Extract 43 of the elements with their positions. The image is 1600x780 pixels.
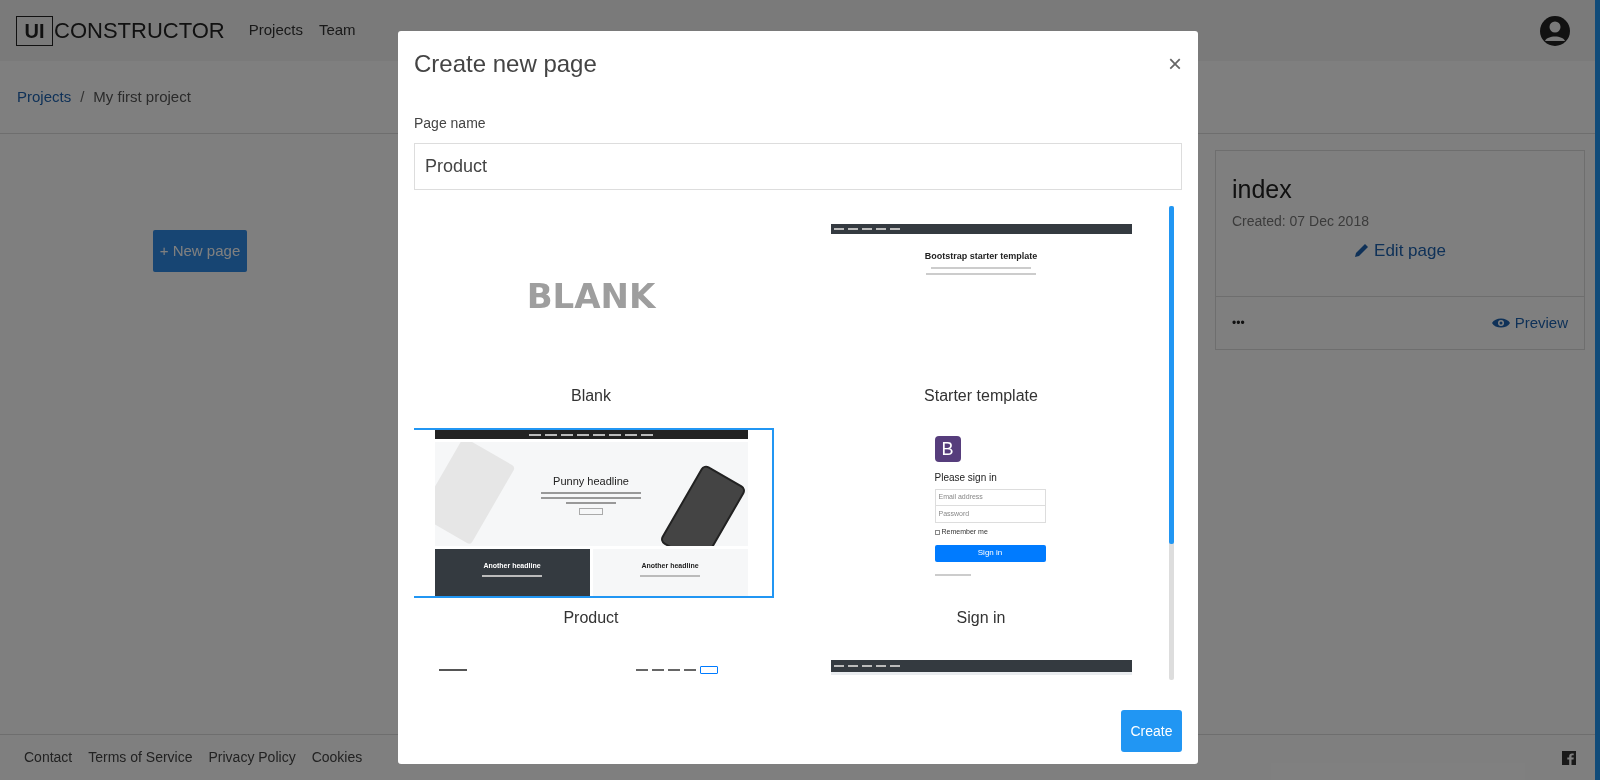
preview-text-line xyxy=(934,573,971,576)
footer-link[interactable]: Terms of Service xyxy=(88,747,193,768)
dialog-title: Create new page xyxy=(414,49,597,79)
preview-link[interactable]: Preview xyxy=(1491,311,1568,335)
template-label: Blank xyxy=(571,386,611,406)
page-name-input[interactable]: Product xyxy=(414,143,1182,190)
preview-brand-line xyxy=(438,669,467,671)
template-option[interactable]: BLANK Blank xyxy=(414,206,768,428)
logo-mark[interactable]: UI xyxy=(16,15,53,46)
new-page-button[interactable]: + New page xyxy=(153,230,247,272)
preview-button-drawing xyxy=(579,508,603,516)
logo-text[interactable]: CONSTRUCTOR xyxy=(54,14,225,47)
preview-heading: Please sign in xyxy=(934,471,998,485)
footer-link[interactable]: Contact xyxy=(24,747,73,768)
breadcrumb-current: My first project xyxy=(93,86,191,107)
user-avatar-icon[interactable] xyxy=(1540,15,1570,46)
eye-icon xyxy=(1491,317,1510,329)
footer-link[interactable]: Cookies xyxy=(311,747,363,768)
preview-checkbox xyxy=(934,529,940,535)
preview-button: Sign in xyxy=(934,544,1046,562)
nav-link[interactable]: Projects xyxy=(248,19,303,42)
create-button[interactable]: Create xyxy=(1121,710,1182,752)
more-button[interactable]: ••• xyxy=(1232,314,1245,332)
breadcrumb-link[interactable]: Projects xyxy=(17,85,72,109)
facebook-icon[interactable] xyxy=(1562,750,1576,765)
page-title: index xyxy=(1232,174,1293,205)
template-label: Product xyxy=(563,608,619,628)
breadcrumb-separator: / xyxy=(80,86,85,107)
footer-link[interactable]: Privacy Policy xyxy=(208,747,296,768)
created-date: Created: 07 Dec 2018 xyxy=(1232,211,1370,231)
template-option[interactable]: Bootstrap starter template Starter template xyxy=(804,206,1158,428)
nav-link[interactable]: Team xyxy=(318,19,356,42)
preview-heading: Punny headline xyxy=(553,473,629,489)
close-button[interactable]: × xyxy=(1168,52,1182,76)
edit-page-link[interactable]: Edit page xyxy=(1354,237,1446,263)
scrollbar[interactable] xyxy=(1169,206,1174,680)
field-label: Page name xyxy=(414,114,487,133)
blank-preview-text: BLANK xyxy=(526,274,656,318)
pencil-icon xyxy=(1354,242,1371,259)
preview-heading: Bootstrap starter template xyxy=(923,250,1039,263)
bootstrap-logo-icon: B xyxy=(934,436,961,462)
template-label: Starter template xyxy=(924,386,1038,406)
template-label: Sign in xyxy=(956,608,1006,628)
